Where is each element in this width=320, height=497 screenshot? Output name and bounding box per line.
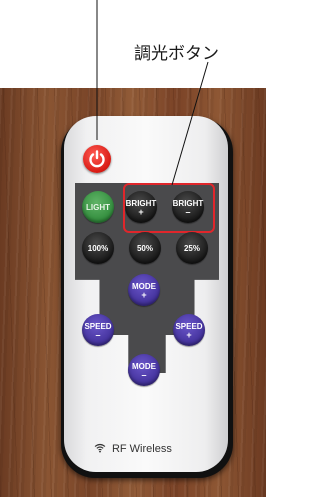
mode-minus-sign: –	[141, 369, 147, 380]
brightness-25-label: 25%	[183, 243, 200, 253]
callout-label: 調光ボタン	[134, 44, 219, 64]
speed-minus-sign: –	[95, 329, 101, 340]
brightness-100-label: 100%	[87, 243, 109, 253]
brand-label: RF Wireless	[0, 443, 266, 455]
power-icon	[89, 150, 105, 168]
speed-plus-sign: +	[186, 329, 192, 340]
brightness-50-button[interactable]: 50%	[129, 232, 161, 264]
wireless-icon	[94, 443, 109, 455]
brand-text: RF Wireless	[111, 443, 172, 455]
brightness-100-button[interactable]: 100%	[82, 232, 114, 264]
mode-plus-sign: +	[141, 289, 147, 300]
light-button[interactable]: LIGHT	[82, 191, 114, 223]
speed-plus-button[interactable]: SPEED +	[173, 314, 205, 346]
mode-plus-button[interactable]: MODE +	[128, 274, 160, 306]
mode-minus-button[interactable]: MODE –	[128, 354, 160, 386]
speed-minus-button[interactable]: SPEED –	[82, 314, 114, 346]
brightness-25-button[interactable]: 25%	[176, 232, 208, 264]
light-button-label: LIGHT	[86, 202, 110, 212]
dimming-buttons-highlight	[123, 183, 215, 233]
brightness-50-label: 50%	[136, 243, 153, 253]
power-button[interactable]	[83, 145, 111, 173]
